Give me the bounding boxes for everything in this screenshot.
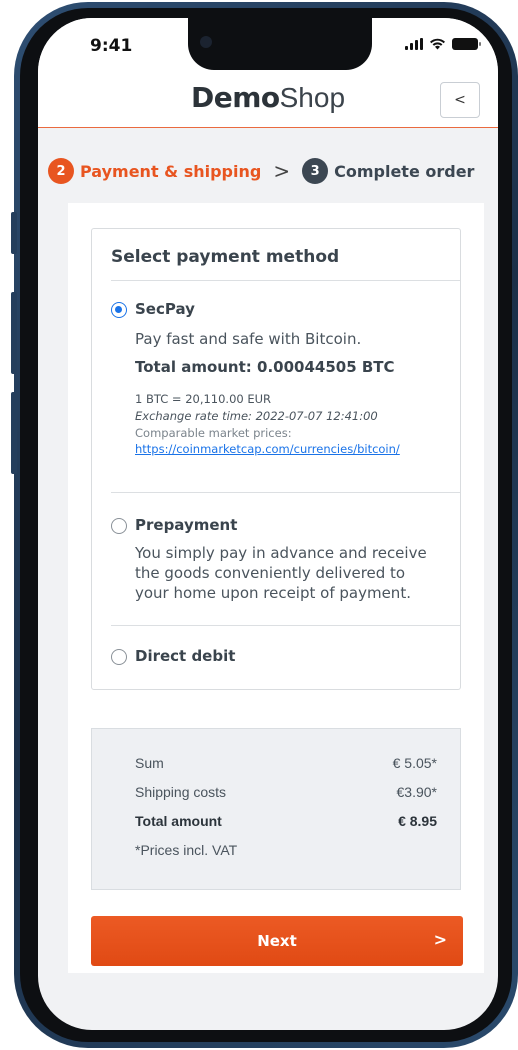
payment-method-panel: Select payment method SecPay Pay fast an… xyxy=(91,228,461,690)
sum-value: € 5.05* xyxy=(392,755,437,771)
secpay-radio[interactable] xyxy=(111,302,127,318)
signal-icon xyxy=(405,38,423,50)
logo-bold: Demo xyxy=(190,81,280,114)
notch xyxy=(188,18,372,70)
prepayment-description-line-1: You simply pay in advance and receive xyxy=(135,544,427,562)
divider xyxy=(111,625,460,626)
shipping-value: €3.90* xyxy=(396,784,437,800)
secpay-total: Total amount: 0.00044505 BTC xyxy=(135,358,395,376)
shipping-row: Shipping costs €3.90* xyxy=(135,784,437,800)
total-value: € 8.95 xyxy=(398,813,437,829)
status-time: 9:41 xyxy=(90,36,133,56)
divider xyxy=(111,492,460,493)
step-3-label: Complete order xyxy=(334,161,475,181)
volume-down-button xyxy=(11,392,17,474)
step-2-number: 2 xyxy=(48,158,74,184)
logo-light: Shop xyxy=(279,82,346,113)
shipping-label: Shipping costs xyxy=(135,784,227,800)
chevron-left-icon: < xyxy=(454,92,466,108)
next-button-label: Next xyxy=(257,932,297,950)
camera-icon xyxy=(200,36,212,48)
exchange-rate: 1 BTC = 20,110.00 EUR xyxy=(135,392,272,406)
order-summary: Sum € 5.05* Shipping costs €3.90* Total … xyxy=(91,728,461,890)
total-row: Total amount € 8.95 xyxy=(135,813,437,829)
chevron-right-icon: > xyxy=(273,159,291,183)
divider xyxy=(111,280,460,281)
sum-label: Sum xyxy=(135,755,164,771)
secpay-label[interactable]: SecPay xyxy=(135,300,195,318)
screen: 9:41 DemoShop < 2 Payment & shipping > 3… xyxy=(38,18,498,1030)
prepayment-label[interactable]: Prepayment xyxy=(135,516,237,534)
total-label: Total amount xyxy=(135,813,222,829)
status-icons xyxy=(405,38,481,50)
payment-title: Select payment method xyxy=(111,247,340,267)
step-2-label: Payment & shipping xyxy=(80,161,262,181)
volume-up-button xyxy=(11,292,17,374)
battery-icon xyxy=(452,38,481,50)
direct-debit-label[interactable]: Direct debit xyxy=(135,647,235,665)
checkout-steps: 2 Payment & shipping > 3 Complete order xyxy=(48,158,474,184)
wifi-icon xyxy=(430,38,445,50)
sum-row: Sum € 5.05* xyxy=(135,755,437,771)
logo: DemoShop xyxy=(38,81,498,114)
exchange-rate-time: Exchange rate time: 2022-07-07 12:41:00 xyxy=(135,409,378,423)
next-button[interactable]: Next > xyxy=(91,916,463,966)
prepayment-description-line-2: the goods conveniently delivered to xyxy=(135,564,406,582)
vat-note: *Prices incl. VAT xyxy=(135,842,238,858)
mute-switch xyxy=(11,212,17,254)
app-header: 9:41 DemoShop < xyxy=(38,18,498,128)
checkout-content: Select payment method SecPay Pay fast an… xyxy=(68,203,484,973)
prepayment-description-line-3: your home upon receipt of payment. xyxy=(135,584,411,602)
step-3-number: 3 xyxy=(302,158,329,184)
chevron-right-icon: > xyxy=(433,930,447,949)
market-prices-link[interactable]: https://coinmarketcap.com/currencies/bit… xyxy=(135,442,400,456)
prepayment-radio[interactable] xyxy=(111,518,127,534)
secpay-description: Pay fast and safe with Bitcoin. xyxy=(135,330,362,348)
direct-debit-radio[interactable] xyxy=(111,649,127,665)
market-prices-label: Comparable market prices: xyxy=(135,426,292,440)
back-button[interactable]: < xyxy=(440,82,480,118)
